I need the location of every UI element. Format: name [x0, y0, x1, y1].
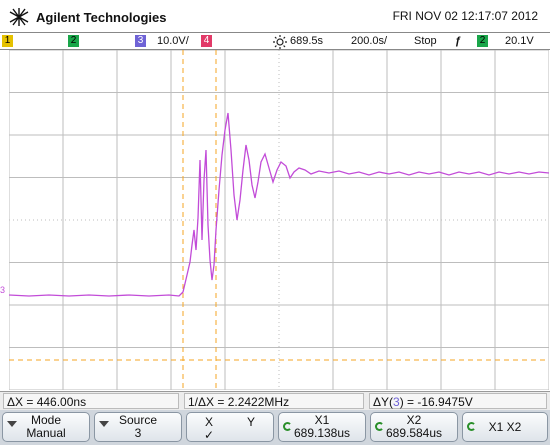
brand: Agilent Technologies — [8, 7, 167, 27]
channel-4-indicator[interactable]: 4 — [201, 35, 212, 47]
inverse-delta-x-readout: 1/ΔX = 2.2422MHz — [184, 393, 364, 409]
measurement-bar: ΔX = 446.00ns 1/ΔX = 2.2422MHz ΔY(3) = -… — [0, 391, 550, 410]
channel-2-indicator[interactable]: 2 — [68, 35, 79, 47]
channel-1-indicator[interactable]: 1 — [2, 35, 13, 47]
datetime: FRI NOV 02 12:17:07 2012 — [392, 9, 538, 23]
rotate-knob-icon — [467, 422, 476, 431]
timebase-value: 200.0s/ — [351, 35, 388, 47]
trigger-source-indicator[interactable]: 2 — [477, 35, 488, 47]
trigger-position-value: 689.5s — [290, 35, 324, 47]
dropdown-arrow-icon — [99, 421, 109, 427]
agilent-logo-icon — [9, 8, 29, 26]
trigger-level: 20.1V — [505, 35, 534, 47]
rotate-knob-icon — [375, 422, 384, 431]
xy-y-label: Y — [247, 415, 256, 429]
channel-3-indicator[interactable]: 3 — [135, 35, 146, 47]
xy-softkey[interactable]: X Y ✓ — [186, 412, 274, 442]
xy-x-label: X — [205, 415, 214, 429]
delta-x-readout: ΔX = 446.00ns — [3, 393, 179, 409]
trigger-position-icon — [273, 35, 287, 49]
x1x2-softkey[interactable]: X1 X2 — [462, 412, 548, 442]
rotate-knob-icon — [283, 422, 292, 431]
checkmark-icon: ✓ — [204, 428, 215, 442]
trigger-edge-icon: ƒ — [455, 35, 462, 47]
x2-softkey[interactable]: X2 689.584us — [370, 412, 458, 442]
softkey-bar: Mode Manual Source 3 X Y ✓ X1 689.138us … — [0, 410, 550, 445]
brand-name: Agilent Technologies — [36, 9, 167, 25]
source-softkey[interactable]: Source 3 — [94, 412, 182, 442]
run-state: Stop — [414, 35, 437, 47]
channel-3-ground-marker: 3 — [0, 285, 6, 295]
mode-softkey[interactable]: Mode Manual — [2, 412, 90, 442]
x1-softkey[interactable]: X1 689.138us — [278, 412, 366, 442]
waveform-display — [9, 50, 549, 390]
header: Agilent Technologies FRI NOV 02 12:17:07… — [0, 0, 550, 32]
delta-y-readout: ΔY(3) = -16.9475V — [369, 393, 547, 409]
dropdown-arrow-icon — [7, 421, 17, 427]
channel-3-scale: 10.0V/ — [157, 35, 189, 47]
status-bar: 1 2 3 10.0V/ 4 689.5s 200.0s/ Stop ƒ 2 2… — [0, 32, 550, 50]
